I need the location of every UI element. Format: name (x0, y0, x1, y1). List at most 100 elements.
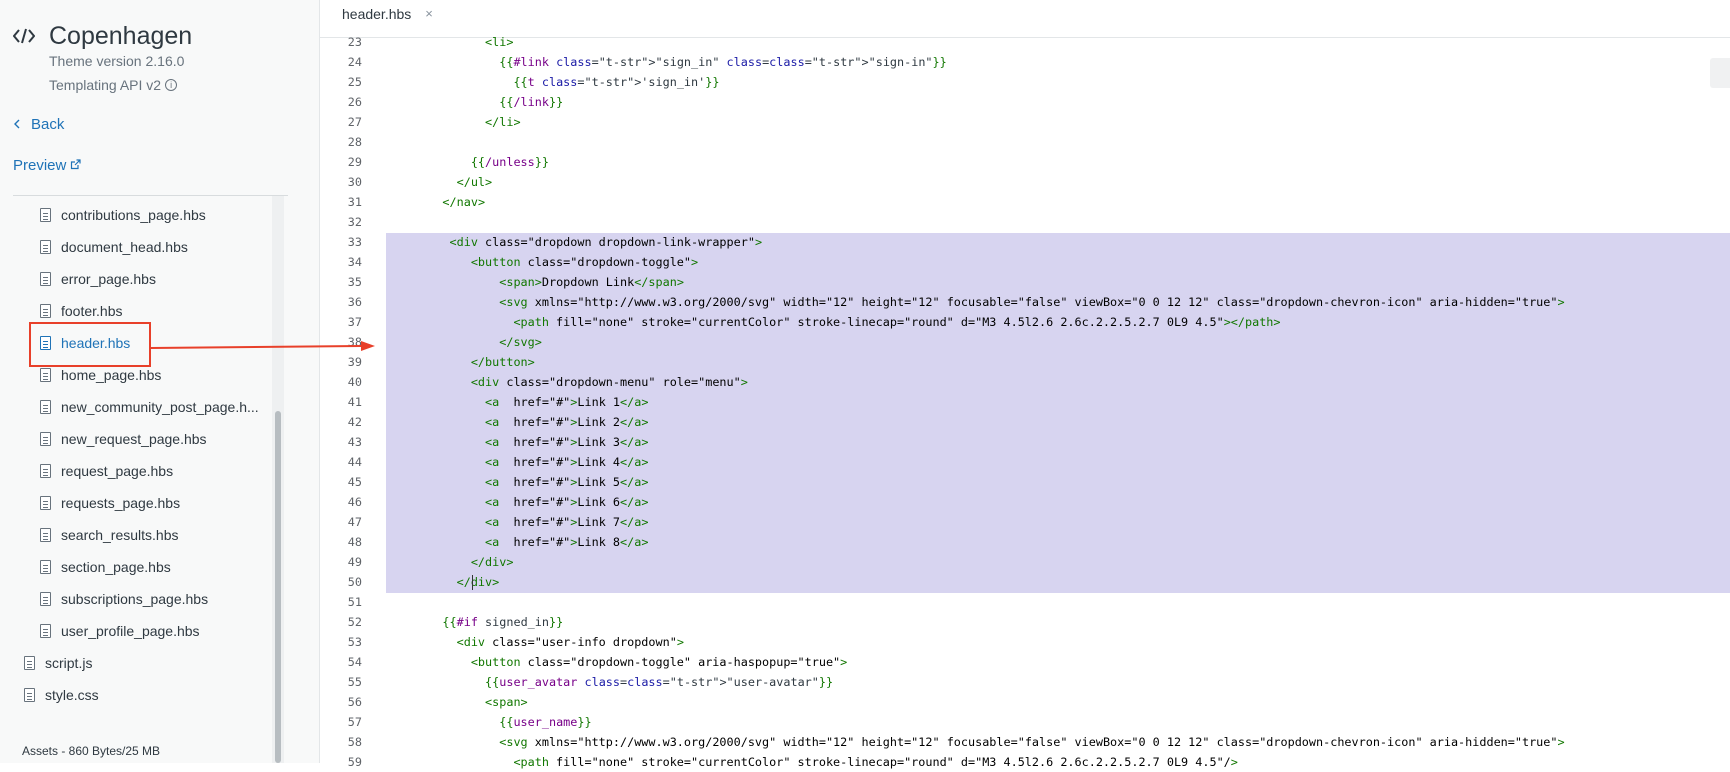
file-name: requests_page.hbs (61, 495, 181, 511)
file-icon (40, 368, 51, 382)
close-icon[interactable]: × (425, 6, 433, 21)
code-line[interactable]: {{/unless}} (414, 152, 549, 172)
code-line[interactable]: <button class="dropdown-toggle" aria-has… (414, 652, 847, 672)
line-number: 54 (347, 655, 362, 669)
file-item[interactable]: section_page.hbs (40, 554, 171, 580)
code-line[interactable]: <li> (414, 32, 513, 52)
preview-link[interactable]: Preview (13, 157, 81, 174)
code-line[interactable]: <a href="#">Link 1</a> (414, 392, 648, 412)
code-line[interactable]: <div class="dropdown-menu" role="menu"> (414, 372, 748, 392)
line-number: 23 (347, 35, 362, 49)
file-icon (40, 304, 51, 318)
file-item[interactable]: style.css (24, 682, 99, 708)
file-item[interactable]: document_head.hbs (40, 234, 188, 260)
line-number: 37 (347, 315, 362, 329)
code-line[interactable]: {{user_name}} (414, 712, 591, 732)
sidebar-divider (13, 195, 288, 196)
code-line[interactable]: </div> (414, 552, 514, 572)
file-item[interactable]: new_request_page.hbs (40, 426, 207, 452)
code-line[interactable]: <svg xmlns="http://www.w3.org/2000/svg" … (414, 292, 1564, 312)
code-line[interactable]: {{#if signed_in}} (414, 612, 563, 632)
code-editor[interactable]: header.hbs × 23 <li> 24 {{#link class="t-… (320, 0, 1730, 769)
line-number: 49 (347, 555, 362, 569)
file-name: document_head.hbs (61, 239, 188, 255)
code-line[interactable]: <svg xmlns="http://www.w3.org/2000/svg" … (414, 732, 1564, 752)
file-item[interactable]: contributions_page.hbs (40, 202, 206, 228)
code-line[interactable]: <a href="#">Link 6</a> (414, 492, 648, 512)
code-line[interactable]: </li> (414, 112, 521, 132)
line-number: 29 (347, 155, 362, 169)
file-icon (40, 464, 51, 478)
file-list-scrollbar[interactable] (272, 196, 284, 763)
code-line[interactable]: <span>Dropdown Link</span> (414, 272, 684, 292)
code-line[interactable]: <a href="#">Link 4</a> (414, 452, 648, 472)
line-number: 42 (347, 415, 362, 429)
line-number: 36 (347, 295, 362, 309)
file-item[interactable]: request_page.hbs (40, 458, 173, 484)
code-line[interactable]: <path fill="none" stroke="currentColor" … (414, 312, 1280, 332)
file-item[interactable]: requests_page.hbs (40, 490, 180, 516)
templating-api-label: Templating API v2 (49, 77, 162, 93)
code-line[interactable]: {{user_avatar class=class="t-str">"user-… (414, 672, 833, 692)
code-line[interactable]: <div class="user-info dropdown"> (414, 632, 684, 652)
file-item[interactable]: error_page.hbs (40, 266, 156, 292)
file-name: user_profile_page.hbs (61, 623, 200, 639)
theme-sidebar: Copenhagen Theme version 2.16.0 Templati… (0, 0, 320, 763)
info-icon[interactable]: i (165, 79, 178, 91)
file-icon (40, 592, 51, 606)
code-line[interactable]: </button> (414, 352, 535, 372)
back-link[interactable]: Back (13, 116, 64, 133)
file-icon (40, 528, 51, 542)
file-item[interactable]: subscriptions_page.hbs (40, 586, 208, 612)
line-number: 26 (347, 95, 362, 109)
file-item[interactable]: user_profile_page.hbs (40, 618, 200, 644)
code-line[interactable]: </svg> (414, 332, 542, 352)
tab-header-hbs[interactable]: header.hbs × (320, 0, 455, 27)
code-line[interactable]: <a href="#">Link 3</a> (414, 432, 648, 452)
code-line[interactable]: {{/link}} (414, 92, 563, 112)
external-link-icon (70, 157, 81, 174)
editor-side-button[interactable] (1710, 58, 1730, 88)
code-line[interactable]: <a href="#">Link 8</a> (414, 532, 648, 552)
file-item[interactable]: new_community_post_page.h... (40, 394, 259, 420)
theme-header: Copenhagen (13, 22, 192, 50)
file-icon (24, 688, 35, 702)
line-number: 39 (347, 355, 362, 369)
code-line[interactable]: <path fill="none" stroke="currentColor" … (414, 752, 1237, 772)
code-line[interactable]: {{t class="t-str">'sign_in'}} (414, 72, 719, 92)
line-number: 33 (347, 235, 362, 249)
line-number: 53 (347, 635, 362, 649)
file-item[interactable]: footer.hbs (40, 298, 123, 324)
code-line[interactable]: <button class="dropdown-toggle"> (414, 252, 698, 272)
line-number: 27 (347, 115, 362, 129)
callout-arrow (150, 341, 375, 351)
code-line[interactable]: <a href="#">Link 5</a> (414, 472, 648, 492)
file-name: subscriptions_page.hbs (61, 591, 209, 607)
line-number: 51 (347, 595, 362, 609)
file-icon (40, 560, 51, 574)
line-number: 28 (347, 135, 362, 149)
code-line[interactable]: {{#link class="t-str">"sign_in" class=cl… (414, 52, 947, 72)
theme-name: Copenhagen (49, 22, 193, 50)
line-number: 35 (347, 275, 362, 289)
file-icon (40, 432, 51, 446)
theme-version: Theme version 2.16.0 (49, 53, 185, 69)
code-line[interactable]: </div> (414, 572, 500, 592)
chevron-left-icon (13, 116, 21, 133)
file-icon (40, 272, 51, 286)
code-line[interactable]: <a href="#">Link 2</a> (414, 412, 648, 432)
file-name: error_page.hbs (61, 271, 156, 287)
code-line[interactable]: </ul> (414, 172, 493, 192)
code-line[interactable]: <div class="dropdown dropdown-link-wrapp… (414, 232, 763, 252)
file-name: new_community_post_page.h... (61, 399, 259, 415)
scrollbar-thumb[interactable] (275, 411, 281, 763)
line-number: 58 (347, 735, 362, 749)
line-number: 32 (347, 215, 362, 229)
code-line[interactable]: <span> (414, 692, 528, 712)
file-icon (40, 496, 51, 510)
code-line[interactable]: </nav> (414, 192, 485, 212)
code-line[interactable]: <a href="#">Link 7</a> (414, 512, 648, 532)
line-number: 55 (347, 675, 362, 689)
file-item[interactable]: search_results.hbs (40, 522, 179, 548)
file-item[interactable]: script.js (24, 650, 92, 676)
